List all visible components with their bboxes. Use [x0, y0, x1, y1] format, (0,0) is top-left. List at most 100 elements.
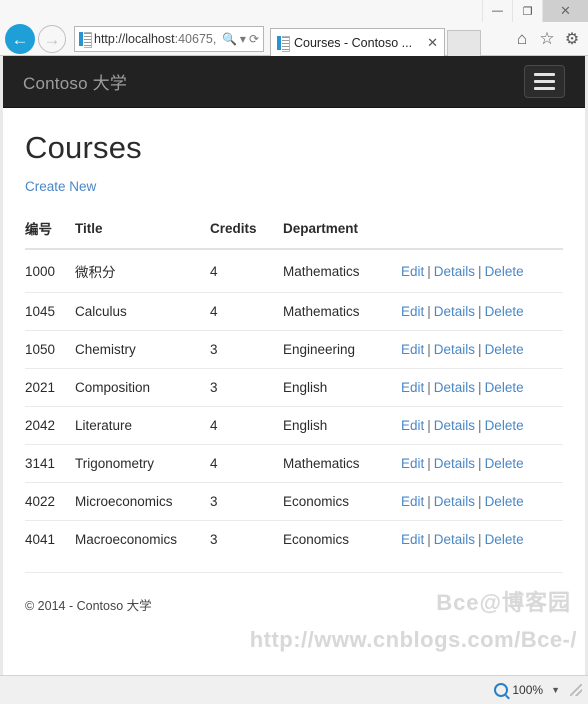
details-link[interactable]: Details	[434, 494, 475, 509]
cell-title: Calculus	[75, 292, 210, 331]
cell-course-id: 1000	[25, 263, 56, 279]
favorites-icon[interactable]: ☆	[537, 29, 557, 49]
chevron-down-icon[interactable]: ▾	[240, 32, 246, 46]
zoom-control[interactable]: 100% ▼	[494, 683, 560, 697]
new-tab-button[interactable]	[447, 30, 481, 56]
address-bar[interactable]: http://localhost:40675, 🔍 ▾ ⟳	[74, 26, 264, 52]
delete-link[interactable]: Delete	[485, 418, 524, 433]
cell-department: English	[283, 406, 401, 445]
table-head: 编号 Title Credits Department	[25, 210, 563, 250]
cell-credits: 3	[210, 520, 283, 558]
cell-title: Macroeconomics	[75, 520, 210, 558]
details-link[interactable]: Details	[434, 380, 475, 395]
minimize-button[interactable]: —	[482, 0, 512, 22]
page-favicon-icon	[79, 32, 92, 48]
page-container: Courses Create New 编号 Title Credits Depa…	[3, 130, 585, 614]
site-brand[interactable]: Contoso 大学	[23, 69, 127, 94]
hamburger-bar	[534, 73, 555, 76]
edit-link[interactable]: Edit	[401, 418, 424, 433]
back-button[interactable]: ←	[5, 24, 35, 54]
details-link[interactable]: Details	[434, 304, 475, 319]
table-row: 1000 微积分 4 Mathematics Edit | Details | Delete	[25, 249, 563, 293]
zoom-level-label: 100%	[512, 683, 544, 697]
table-row: 2042 Literature 4 English Edit | Details | Delet…	[25, 406, 563, 445]
edit-link[interactable]: Edit	[401, 264, 424, 279]
table-row: 2021 Composition 3 English Edit | Details | Dele…	[25, 368, 563, 407]
cell-course-id: 1050	[25, 330, 75, 369]
table-header-row: 编号 Title Credits Department	[25, 210, 563, 250]
tab-favicon-icon	[277, 35, 290, 52]
cell-department: Economics	[283, 520, 401, 558]
cell-actions: Edit | Details | Delete	[401, 368, 563, 407]
watermark-url: http://www.cnblogs.com/Bce-/	[249, 627, 577, 652]
cell-department: English	[283, 368, 401, 407]
resize-grip[interactable]	[570, 684, 582, 696]
delete-link[interactable]: Delete	[485, 304, 524, 319]
cell-credits: 3	[210, 330, 283, 369]
hamburger-bar	[534, 80, 555, 83]
action-separator: |	[427, 380, 431, 395]
details-link[interactable]: Details	[434, 456, 475, 471]
delete-link[interactable]: Delete	[485, 494, 524, 509]
action-separator: |	[427, 263, 431, 279]
cell-actions: Edit | Details | Delete	[401, 444, 563, 483]
table-row: 1050 Chemistry 3 Engineering Edit | Details | De…	[25, 330, 563, 369]
search-icon[interactable]: 🔍	[222, 32, 237, 46]
column-header-actions	[401, 210, 563, 250]
edit-link[interactable]: Edit	[401, 456, 424, 471]
refresh-icon[interactable]: ⟳	[249, 32, 259, 46]
forward-button[interactable]: →	[38, 25, 66, 53]
edit-link[interactable]: Edit	[401, 342, 424, 357]
create-new-link[interactable]: Create New	[25, 179, 96, 194]
edit-link[interactable]: Edit	[401, 532, 424, 547]
delete-link[interactable]: Delete	[485, 264, 524, 279]
delete-link[interactable]: Delete	[485, 380, 524, 395]
close-button[interactable]: ✕	[542, 0, 588, 22]
column-header-title: Title	[75, 210, 210, 250]
cell-title: Chemistry	[75, 330, 210, 369]
details-link[interactable]: Details	[434, 264, 475, 279]
action-separator: |	[478, 304, 482, 319]
edit-link[interactable]: Edit	[401, 380, 424, 395]
delete-link[interactable]: Delete	[485, 342, 524, 357]
page-title: Courses	[25, 130, 142, 165]
courses-table: 编号 Title Credits Department 1000 微积分 4 Math…	[25, 210, 563, 558]
site-footer: © 2014 - Contoso 大学	[25, 599, 152, 613]
action-separator: |	[478, 418, 482, 433]
cell-course-id: 4041	[25, 520, 75, 558]
window-controls: — ❐ ✕	[482, 0, 588, 22]
action-separator: |	[478, 263, 482, 279]
action-separator: |	[427, 418, 431, 433]
page-viewport: Contoso 大学 Courses Create New 编号 Title C…	[0, 56, 588, 675]
tab-courses[interactable]: Courses - Contoso ... ✕	[270, 28, 445, 56]
address-input[interactable]: http://localhost:40675,	[94, 32, 219, 46]
delete-link[interactable]: Delete	[485, 532, 524, 547]
action-separator: |	[427, 304, 431, 319]
action-separator: |	[427, 532, 431, 547]
action-separator: |	[478, 380, 482, 395]
details-link[interactable]: Details	[434, 342, 475, 357]
home-icon[interactable]: ⌂	[512, 29, 532, 49]
cell-title: Trigonometry	[75, 444, 210, 483]
table-body: 1000 微积分 4 Mathematics Edit | Details | Delete 10…	[25, 249, 563, 558]
cell-course-id: 1045	[25, 292, 75, 331]
column-header-department: Department	[283, 210, 401, 250]
table-row: 4022 Microeconomics 3 Economics Edit | Details…	[25, 482, 563, 521]
maximize-button[interactable]: ❐	[512, 0, 542, 22]
tab-close-icon[interactable]: ✕	[427, 35, 438, 51]
table-row: 3141 Trigonometry 4 Mathematics Edit | Details…	[25, 444, 563, 483]
tab-title: Courses - Contoso ...	[294, 35, 413, 50]
cell-credits: 4	[210, 406, 283, 445]
zoom-chevron-down-icon[interactable]: ▼	[551, 685, 560, 695]
cell-course-id: 3141	[25, 444, 75, 483]
delete-link[interactable]: Delete	[485, 456, 524, 471]
settings-gear-icon[interactable]: ⚙	[562, 29, 582, 49]
cell-department: Economics	[283, 482, 401, 521]
edit-link[interactable]: Edit	[401, 494, 424, 509]
action-separator: |	[427, 494, 431, 509]
edit-link[interactable]: Edit	[401, 304, 424, 319]
details-link[interactable]: Details	[434, 418, 475, 433]
navbar-toggle-button[interactable]	[524, 65, 565, 98]
details-link[interactable]: Details	[434, 532, 475, 547]
browser-chrome: — ❐ ✕ ← → http://localhost:40675, 🔍 ▾ ⟳	[0, 0, 588, 56]
